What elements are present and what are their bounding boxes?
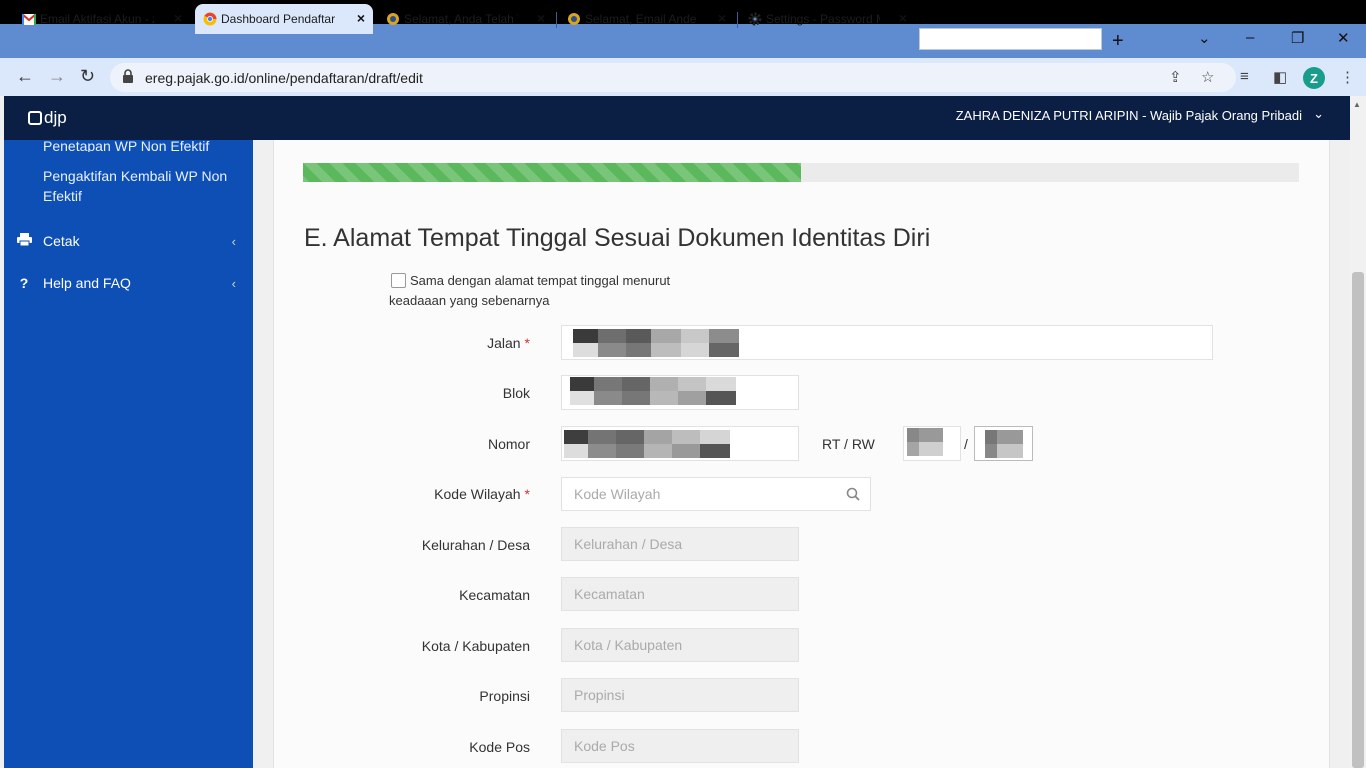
kode-wilayah-label-text: Kode Wilayah <box>434 486 521 502</box>
kecamatan-placeholder: Kecamatan <box>574 586 645 602</box>
share-icon[interactable]: ⇪ <box>1169 68 1182 86</box>
close-window-icon[interactable]: ✕ <box>1337 29 1350 47</box>
progress-fill <box>303 163 801 182</box>
djp-icon <box>386 12 400 26</box>
kota-label: Kota / Kabupaten <box>421 638 530 654</box>
new-tab-icon[interactable]: + <box>1112 30 1124 53</box>
close-tab-icon[interactable]: × <box>537 10 545 26</box>
kode-wilayah-placeholder: Kode Wilayah <box>574 486 661 502</box>
redacted-value <box>564 430 730 458</box>
chevron-left-icon: ‹ <box>231 275 236 291</box>
close-tab-icon[interactable]: × <box>899 10 907 26</box>
jalan-label-text: Jalan <box>487 335 521 351</box>
kelurahan-input[interactable]: Kelurahan / Desa <box>561 527 799 561</box>
chrome-icon <box>203 12 217 26</box>
same-address-label-cont: keadaaan yang sebenarnya <box>389 293 550 308</box>
tab-email-aktifasi[interactable]: Email Aktifasi Akun - z × <box>14 4 190 34</box>
scrollbar-thumb[interactable] <box>1352 272 1364 768</box>
rt-rw-label: RT / RW <box>822 436 875 452</box>
tab-separator <box>556 12 557 28</box>
site-header: djp ZAHRA DENIZA PUTRI ARIPIN - Wajib Pa… <box>4 96 1350 140</box>
search-icon[interactable] <box>846 487 860 501</box>
kode-wilayah-input[interactable]: Kode Wilayah <box>561 477 871 511</box>
tab-label: Selamat, Anda Telah T <box>404 12 518 26</box>
sidebar-item-cetak[interactable]: Cetak ‹ <box>16 233 236 249</box>
reload-icon[interactable]: ↻ <box>80 66 95 87</box>
user-menu[interactable]: ZAHRA DENIZA PUTRI ARIPIN - Wajib Pajak … <box>956 108 1302 123</box>
tab-selamat-email[interactable]: Selamat, Email Ande T × <box>559 4 734 34</box>
tab-selamat-anda-telah[interactable]: Selamat, Anda Telah T × <box>378 4 553 34</box>
sidebar-item-label: Cetak <box>43 233 80 249</box>
djp-icon <box>567 12 581 26</box>
chevron-left-icon: ‹ <box>231 233 236 249</box>
screen: Email Aktifasi Akun - z × Dashboard Pend… <box>0 0 1366 768</box>
lock-icon[interactable] <box>122 69 134 83</box>
section-title: E. Alamat Tempat Tinggal Sesuai Dokumen … <box>304 224 931 252</box>
sidebar-subitem-penetapan[interactable]: Penetapan WP Non Efektif <box>43 136 238 152</box>
profile-avatar[interactable]: Z <box>1303 67 1325 89</box>
kode-pos-label: Kode Pos <box>469 739 530 755</box>
minimize-icon[interactable]: – <box>1246 29 1254 46</box>
redacted-value <box>985 430 1023 458</box>
jalan-label: Jalan * <box>290 335 530 351</box>
kecamatan-input[interactable]: Kecamatan <box>561 577 799 611</box>
back-icon[interactable]: ← <box>16 66 34 87</box>
nomor-label: Nomor <box>487 436 530 452</box>
logo-text: djp <box>44 108 67 127</box>
tab-label: Dashboard Pendaftaran <box>221 12 335 26</box>
kelurahan-placeholder: Kelurahan / Desa <box>574 536 683 552</box>
propinsi-input[interactable]: Propinsi <box>561 678 799 712</box>
browser-menu-icon[interactable]: ⋮ <box>1340 68 1355 86</box>
gmail-icon <box>22 12 36 26</box>
restore-icon[interactable]: ❐ <box>1291 29 1304 47</box>
required-marker: * <box>524 486 530 502</box>
tab-list-chevron-icon[interactable]: ⌄ <box>1198 29 1211 47</box>
tab-settings-password[interactable]: Settings - Password M × <box>740 4 915 34</box>
sidebar-item-label: Help and FAQ <box>43 275 131 291</box>
sidebar-item-help[interactable]: ? Help and FAQ ‹ <box>16 275 236 291</box>
kode-wilayah-label: Kode Wilayah * <box>290 486 530 502</box>
bookmark-star-icon[interactable]: ☆ <box>1201 68 1214 86</box>
redacted-value <box>907 428 943 456</box>
blok-label: Blok <box>502 385 530 401</box>
tab-separator <box>737 12 738 28</box>
close-tab-icon[interactable]: × <box>357 10 365 26</box>
chevron-down-icon[interactable]: ⌄ <box>1313 106 1324 122</box>
propinsi-placeholder: Propinsi <box>574 687 625 703</box>
redacted-value <box>570 377 736 405</box>
reading-list-icon[interactable]: ≡ <box>1240 68 1249 85</box>
rt-rw-separator: / <box>964 436 968 452</box>
tab-label: Settings - Password M <box>766 12 880 26</box>
kode-pos-input[interactable]: Kode Pos <box>561 729 799 763</box>
tab-label: Email Aktifasi Akun - z <box>40 12 154 26</box>
printer-icon <box>16 233 32 249</box>
kelurahan-label: Kelurahan / Desa <box>421 537 530 553</box>
forward-icon[interactable]: → <box>48 66 66 87</box>
url-text: ereg.pajak.go.id/online/pendaftaran/draf… <box>145 70 423 86</box>
close-tab-icon[interactable]: × <box>718 10 726 26</box>
tab-search-overlay[interactable] <box>919 28 1102 50</box>
redacted-value <box>573 329 739 357</box>
kecamatan-label: Kecamatan <box>459 587 530 603</box>
logo-mark-icon <box>28 111 42 125</box>
tab-label: Selamat, Email Ande T <box>585 12 699 26</box>
kode-pos-placeholder: Kode Pos <box>574 738 635 754</box>
same-address-label: Sama dengan alamat tempat tinggal menuru… <box>410 273 671 288</box>
progress-bar <box>303 163 1299 182</box>
kota-input[interactable]: Kota / Kabupaten <box>561 628 799 662</box>
scroll-up-arrow-icon[interactable]: ▲ <box>1353 100 1361 109</box>
gear-icon <box>748 12 762 26</box>
tab-dashboard-pendaftaran[interactable]: Dashboard Pendaftaran × <box>195 4 373 34</box>
side-panel-icon[interactable]: ◧ <box>1273 68 1287 86</box>
djp-logo[interactable]: djp <box>28 108 67 128</box>
question-icon: ? <box>19 275 29 291</box>
kota-placeholder: Kota / Kabupaten <box>574 637 683 653</box>
close-tab-icon[interactable]: × <box>174 10 182 26</box>
same-address-checkbox[interactable] <box>391 273 406 288</box>
propinsi-label: Propinsi <box>479 688 530 704</box>
sidebar-subitem-pengaktifan[interactable]: Pengaktifan Kembali WP Non Efektif <box>43 166 238 206</box>
required-marker: * <box>524 335 530 351</box>
